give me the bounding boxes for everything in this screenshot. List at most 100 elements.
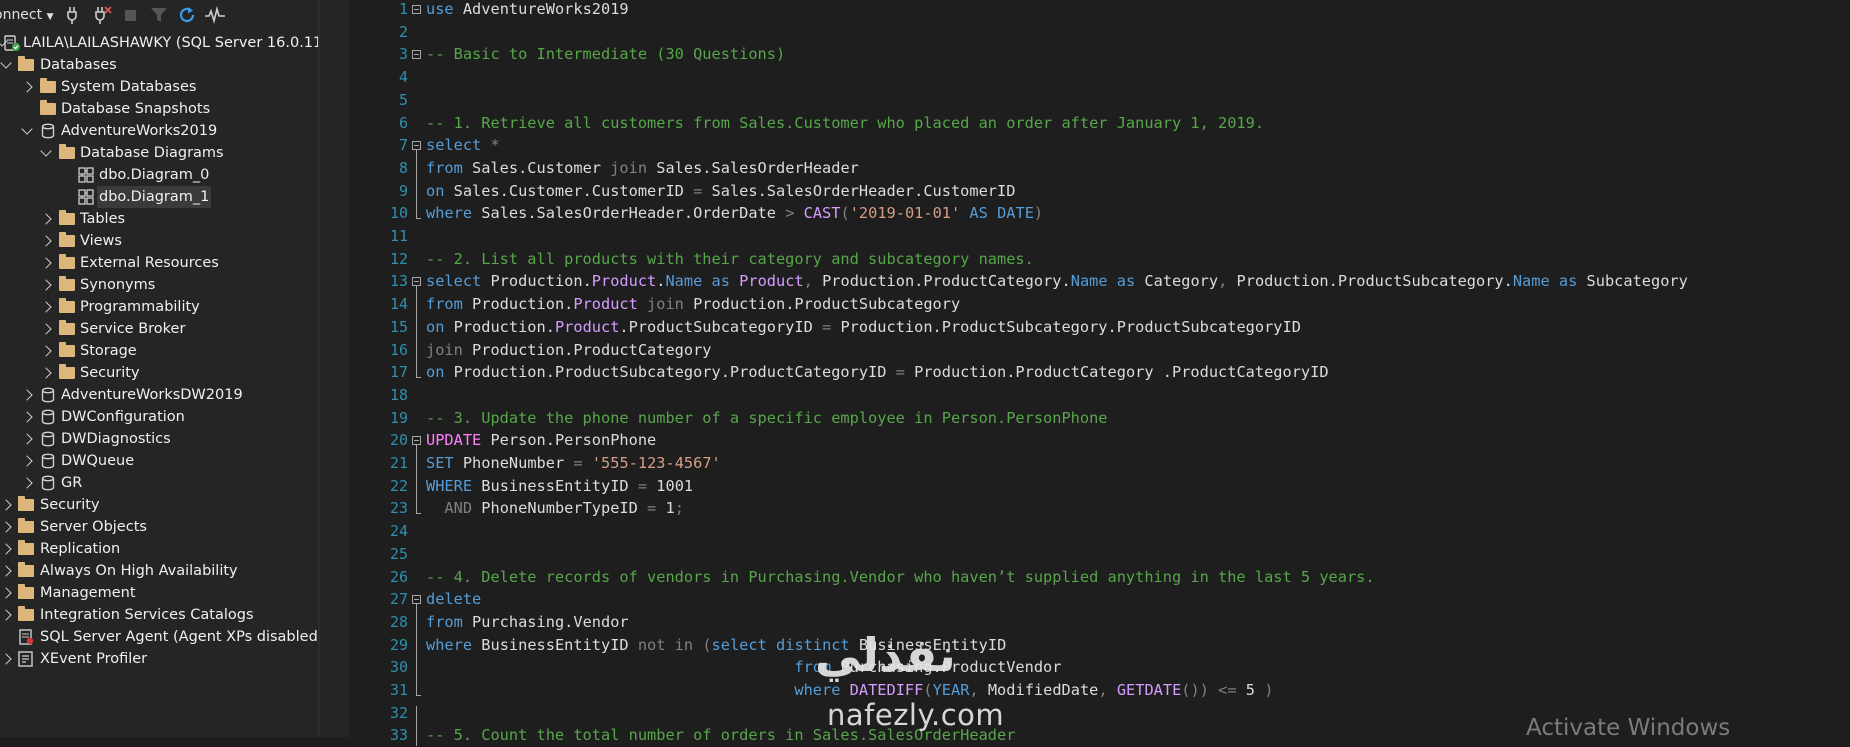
tree-node[interactable]: Always On High Availability <box>0 560 318 582</box>
collapse-region-icon[interactable] <box>412 595 421 605</box>
tree-node[interactable]: Views <box>0 230 318 252</box>
tree-node[interactable]: Management <box>0 582 318 604</box>
code-line[interactable]: from Production.Product join Production.… <box>426 293 960 316</box>
tree-node[interactable]: Database Snapshots <box>0 98 318 120</box>
tree-node[interactable]: DWDiagnostics <box>0 428 318 450</box>
tree-node[interactable]: AdventureWorks2019 <box>0 120 318 142</box>
code-token: select <box>426 136 482 155</box>
code-line[interactable]: -- 2. List all products with their categ… <box>426 248 1034 271</box>
folder-icon <box>59 364 75 380</box>
expand-arrow-icon[interactable] <box>0 521 12 533</box>
tree-node[interactable]: Security <box>0 362 318 384</box>
expand-arrow-icon[interactable] <box>0 499 12 511</box>
code-line[interactable]: from Purchasing.Vendor <box>426 611 629 634</box>
expand-arrow-icon[interactable] <box>21 455 33 467</box>
refresh-icon[interactable] <box>176 4 198 26</box>
code-line[interactable]: join Production.ProductCategory <box>426 339 712 362</box>
code-line[interactable]: WHERE BusinessEntityID = 1001 <box>426 475 693 498</box>
tree-node[interactable]: Databases <box>0 54 318 76</box>
expand-arrow-icon[interactable] <box>40 323 52 335</box>
tree-node[interactable]: System Databases <box>0 76 318 98</box>
code-line[interactable]: -- 4. Delete records of vendors in Purch… <box>426 566 1375 589</box>
disconnect-plug-icon[interactable] <box>92 4 114 26</box>
filter-icon[interactable] <box>148 4 170 26</box>
tree-node[interactable]: External Resources <box>0 252 318 274</box>
code-line[interactable]: on Sales.Customer.CustomerID = Sales.Sal… <box>426 180 1015 203</box>
code-line[interactable]: AND PhoneNumberTypeID = 1; <box>426 497 683 520</box>
line-number: 20 <box>389 431 408 450</box>
connect-plug-icon[interactable] <box>64 4 86 26</box>
code-line[interactable]: -- 3. Update the phone number of a speci… <box>426 407 1108 430</box>
stop-icon[interactable] <box>120 4 142 26</box>
tree-node[interactable]: XEvent Profiler <box>0 648 318 670</box>
expand-arrow-icon[interactable] <box>0 543 12 555</box>
tree-node[interactable]: Integration Services Catalogs <box>0 604 318 626</box>
expand-arrow-icon[interactable] <box>40 345 52 357</box>
connect-dropdown[interactable]: onnect ▼ <box>0 7 54 23</box>
expand-arrow-icon[interactable] <box>0 653 12 665</box>
line-number: 29 <box>389 635 408 654</box>
tree-node[interactable]: GR <box>0 472 318 494</box>
expand-arrow-icon[interactable] <box>40 367 52 379</box>
expand-arrow-icon[interactable] <box>40 301 52 313</box>
expand-arrow-icon[interactable] <box>21 411 33 423</box>
expand-arrow-icon[interactable] <box>0 609 12 621</box>
code-line[interactable]: use AdventureWorks2019 <box>426 0 629 21</box>
collapse-region-icon[interactable] <box>412 5 421 14</box>
tree-node[interactable]: Service Broker <box>0 318 318 340</box>
tree-node[interactable]: Synonyms <box>0 274 318 296</box>
collapse-region-icon[interactable] <box>412 436 421 446</box>
code-line[interactable]: select Production.Product.Name as Produc… <box>426 270 1688 293</box>
collapse-region-icon[interactable] <box>412 141 421 151</box>
tree-node[interactable]: dbo.Diagram_1 <box>0 186 318 208</box>
code-line[interactable]: -- Basic to Intermediate (30 Questions) <box>426 43 785 66</box>
tree-node[interactable]: Server Objects <box>0 516 318 538</box>
expand-arrow-icon[interactable] <box>0 587 12 599</box>
tree-node[interactable]: Programmability <box>0 296 318 318</box>
tree-node[interactable]: Tables <box>0 208 318 230</box>
tree-node[interactable]: LAILA\LAILASHAWKY (SQL Server 16.0.1140.… <box>0 32 318 54</box>
collapse-arrow-icon[interactable] <box>0 57 12 69</box>
code-line[interactable]: on Production.ProductSubcategory.Product… <box>426 361 1329 384</box>
collapse-region-icon[interactable] <box>412 50 421 60</box>
expand-arrow-icon[interactable] <box>21 477 33 489</box>
expand-arrow-icon[interactable] <box>40 235 52 247</box>
code-token: AdventureWorks2019 <box>453 0 629 18</box>
tree-node[interactable]: Database Diagrams <box>0 142 318 164</box>
code-token: = <box>637 476 648 495</box>
tree-node[interactable]: SQL Server Agent (Agent XPs disabled) <box>0 626 318 648</box>
tree-node[interactable]: dbo.Diagram_0 <box>0 164 318 186</box>
collapse-arrow-icon[interactable] <box>21 123 33 135</box>
expand-arrow-icon[interactable] <box>21 389 33 401</box>
code-line[interactable]: delete <box>426 588 481 611</box>
expand-arrow-icon[interactable] <box>40 257 52 269</box>
tree-node[interactable]: DWQueue <box>0 450 318 472</box>
folder-icon <box>59 320 75 336</box>
code-line[interactable]: select * <box>426 134 500 157</box>
line-number: 14 <box>389 295 408 314</box>
expand-arrow-icon[interactable] <box>40 279 52 291</box>
code-line[interactable]: -- 1. Retrieve all customers from Sales.… <box>426 112 1264 135</box>
expand-arrow-icon[interactable] <box>21 433 33 445</box>
collapse-arrow-icon[interactable] <box>40 145 52 157</box>
tree-node[interactable]: DWConfiguration <box>0 406 318 428</box>
expand-arrow-icon[interactable] <box>0 565 12 577</box>
tree-node[interactable]: Replication <box>0 538 318 560</box>
expand-arrow-icon[interactable] <box>21 81 33 93</box>
code-line[interactable]: UPDATE Person.PersonPhone <box>426 429 656 452</box>
code-line[interactable]: SET PhoneNumber = '555-123-4567' <box>426 452 721 475</box>
query-editor[interactable]: 1 2 3 4 5 6 7 8 9 10 11 12 13 14 15 16 17 18 19 20 21 22 23 24 2… <box>350 0 1850 746</box>
code-line[interactable]: where Sales.SalesOrderHeader.OrderDate >… <box>426 202 1043 225</box>
code-line[interactable]: from Sales.Customer join Sales.SalesOrde… <box>426 157 859 180</box>
activity-monitor-icon[interactable] <box>204 4 226 26</box>
code-token: Production.ProductCategory. <box>812 272 1071 291</box>
expand-arrow-icon[interactable] <box>40 213 52 225</box>
tree-node[interactable]: AdventureWorksDW2019 <box>0 384 318 406</box>
tree-node[interactable]: Storage <box>0 340 318 362</box>
code-line[interactable]: on Production.Product.ProductSubcategory… <box>426 316 1301 339</box>
code-token: AS <box>969 204 988 223</box>
collapse-region-icon[interactable] <box>412 277 421 287</box>
tree-node[interactable]: Security <box>0 494 318 516</box>
